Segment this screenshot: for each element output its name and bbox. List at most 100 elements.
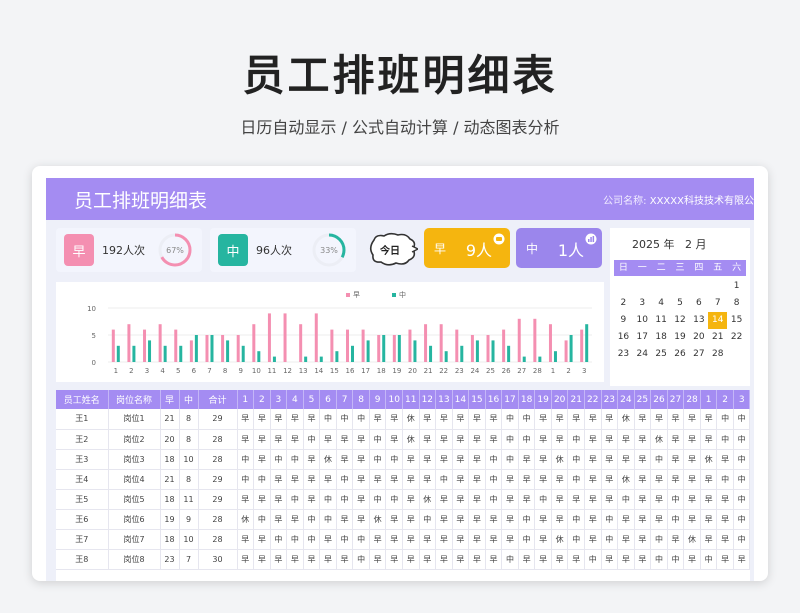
shift-cell[interactable]: 早 — [634, 429, 652, 450]
shift-cell[interactable]: 中 — [336, 489, 354, 510]
shift-cell[interactable]: 早 — [303, 489, 321, 510]
shift-cell[interactable]: 中 — [303, 509, 321, 530]
employee-name-cell[interactable]: 王4 — [56, 469, 109, 490]
shift-cell[interactable]: 早 — [468, 509, 486, 530]
shift-cell[interactable]: 早 — [402, 549, 420, 570]
shift-cell[interactable]: 早 — [237, 489, 255, 510]
count-cell[interactable]: 18 — [160, 449, 180, 470]
shift-cell[interactable]: 早 — [468, 469, 486, 490]
calendar-day[interactable]: 1 — [727, 278, 746, 295]
count-cell[interactable]: 10 — [179, 449, 199, 470]
count-cell[interactable]: 29 — [198, 469, 238, 490]
shift-cell[interactable]: 早 — [700, 429, 718, 450]
shift-cell[interactable]: 早 — [303, 449, 321, 470]
calendar-day[interactable]: 23 — [614, 346, 633, 363]
shift-cell[interactable]: 中 — [650, 549, 668, 570]
position-cell[interactable]: 岗位6 — [108, 509, 161, 530]
shift-cell[interactable]: 早 — [700, 529, 718, 550]
shift-cell[interactable]: 早 — [352, 449, 370, 470]
calendar-day[interactable]: 17 — [633, 329, 652, 346]
shift-cell[interactable]: 早 — [551, 469, 569, 490]
shift-cell[interactable]: 早 — [733, 549, 750, 570]
shift-cell[interactable]: 早 — [419, 409, 437, 430]
shift-cell[interactable]: 中 — [485, 489, 503, 510]
shift-cell[interactable]: 早 — [385, 529, 403, 550]
shift-cell[interactable]: 早 — [352, 489, 370, 510]
shift-cell[interactable]: 中 — [419, 509, 437, 530]
shift-cell[interactable]: 早 — [452, 409, 470, 430]
shift-cell[interactable]: 早 — [253, 429, 271, 450]
shift-cell[interactable]: 早 — [237, 549, 255, 570]
shift-cell[interactable]: 早 — [319, 429, 337, 450]
shift-cell[interactable]: 中 — [584, 549, 602, 570]
shift-cell[interactable]: 中 — [352, 529, 370, 550]
shift-cell[interactable]: 中 — [319, 409, 337, 430]
shift-cell[interactable]: 早 — [237, 529, 255, 550]
count-cell[interactable]: 23 — [160, 549, 180, 570]
position-cell[interactable]: 岗位1 — [108, 409, 161, 430]
shift-cell[interactable]: 中 — [319, 489, 337, 510]
shift-cell[interactable]: 早 — [567, 489, 585, 510]
shift-cell[interactable]: 中 — [501, 449, 519, 470]
shift-cell[interactable]: 早 — [650, 509, 668, 530]
shift-cell[interactable]: 早 — [617, 529, 635, 550]
calendar-year[interactable]: 2025 — [632, 238, 660, 251]
shift-cell[interactable]: 中 — [733, 509, 750, 530]
count-cell[interactable]: 19 — [160, 509, 180, 530]
position-cell[interactable]: 岗位2 — [108, 429, 161, 450]
shift-cell[interactable]: 早 — [452, 429, 470, 450]
shift-cell[interactable]: 早 — [419, 549, 437, 570]
position-cell[interactable]: 岗位7 — [108, 529, 161, 550]
shift-cell[interactable]: 早 — [435, 429, 453, 450]
shift-cell[interactable]: 早 — [683, 489, 701, 510]
employee-name-cell[interactable]: 王5 — [56, 489, 109, 510]
calendar-day[interactable]: 3 — [633, 295, 652, 312]
shift-cell[interactable]: 早 — [617, 509, 635, 530]
shift-cell[interactable]: 中 — [369, 429, 387, 450]
shift-cell[interactable]: 早 — [650, 409, 668, 430]
shift-cell[interactable]: 中 — [286, 529, 304, 550]
shift-cell[interactable]: 早 — [419, 449, 437, 470]
shift-cell[interactable]: 休 — [319, 449, 337, 470]
count-cell[interactable]: 21 — [160, 409, 180, 430]
shift-cell[interactable]: 早 — [716, 549, 734, 570]
shift-cell[interactable]: 早 — [385, 429, 403, 450]
shift-cell[interactable]: 早 — [336, 509, 354, 530]
shift-cell[interactable]: 早 — [601, 549, 619, 570]
count-cell[interactable]: 28 — [198, 509, 238, 530]
count-cell[interactable]: 28 — [198, 429, 238, 450]
employee-name-cell[interactable]: 王2 — [56, 429, 109, 450]
shift-cell[interactable]: 早 — [716, 529, 734, 550]
shift-cell[interactable]: 早 — [402, 529, 420, 550]
shift-cell[interactable]: 早 — [468, 409, 486, 430]
shift-cell[interactable]: 中 — [733, 429, 750, 450]
shift-cell[interactable]: 早 — [700, 409, 718, 430]
shift-cell[interactable]: 早 — [601, 469, 619, 490]
shift-cell[interactable]: 中 — [435, 469, 453, 490]
shift-cell[interactable]: 早 — [270, 549, 288, 570]
count-cell[interactable]: 8 — [179, 469, 199, 490]
calendar-day[interactable]: 15 — [727, 312, 746, 329]
shift-cell[interactable]: 早 — [716, 489, 734, 510]
calendar-day[interactable]: 22 — [727, 329, 746, 346]
shift-cell[interactable]: 中 — [733, 529, 750, 550]
shift-cell[interactable]: 中 — [518, 409, 536, 430]
shift-cell[interactable]: 休 — [617, 409, 635, 430]
count-cell[interactable]: 28 — [198, 529, 238, 550]
shift-cell[interactable]: 中 — [485, 449, 503, 470]
shift-cell[interactable]: 早 — [634, 509, 652, 530]
calendar-day[interactable]: 18 — [652, 329, 671, 346]
shift-cell[interactable]: 早 — [551, 549, 569, 570]
shift-cell[interactable]: 中 — [352, 409, 370, 430]
shift-cell[interactable]: 中 — [567, 429, 585, 450]
shift-cell[interactable]: 早 — [336, 549, 354, 570]
shift-cell[interactable]: 中 — [303, 429, 321, 450]
shift-cell[interactable]: 早 — [452, 529, 470, 550]
shift-cell[interactable]: 早 — [584, 409, 602, 430]
shift-cell[interactable]: 早 — [584, 429, 602, 450]
shift-cell[interactable]: 中 — [518, 429, 536, 450]
shift-cell[interactable]: 早 — [435, 509, 453, 530]
shift-cell[interactable]: 中 — [336, 469, 354, 490]
shift-cell[interactable]: 中 — [567, 509, 585, 530]
shift-cell[interactable]: 早 — [617, 449, 635, 470]
